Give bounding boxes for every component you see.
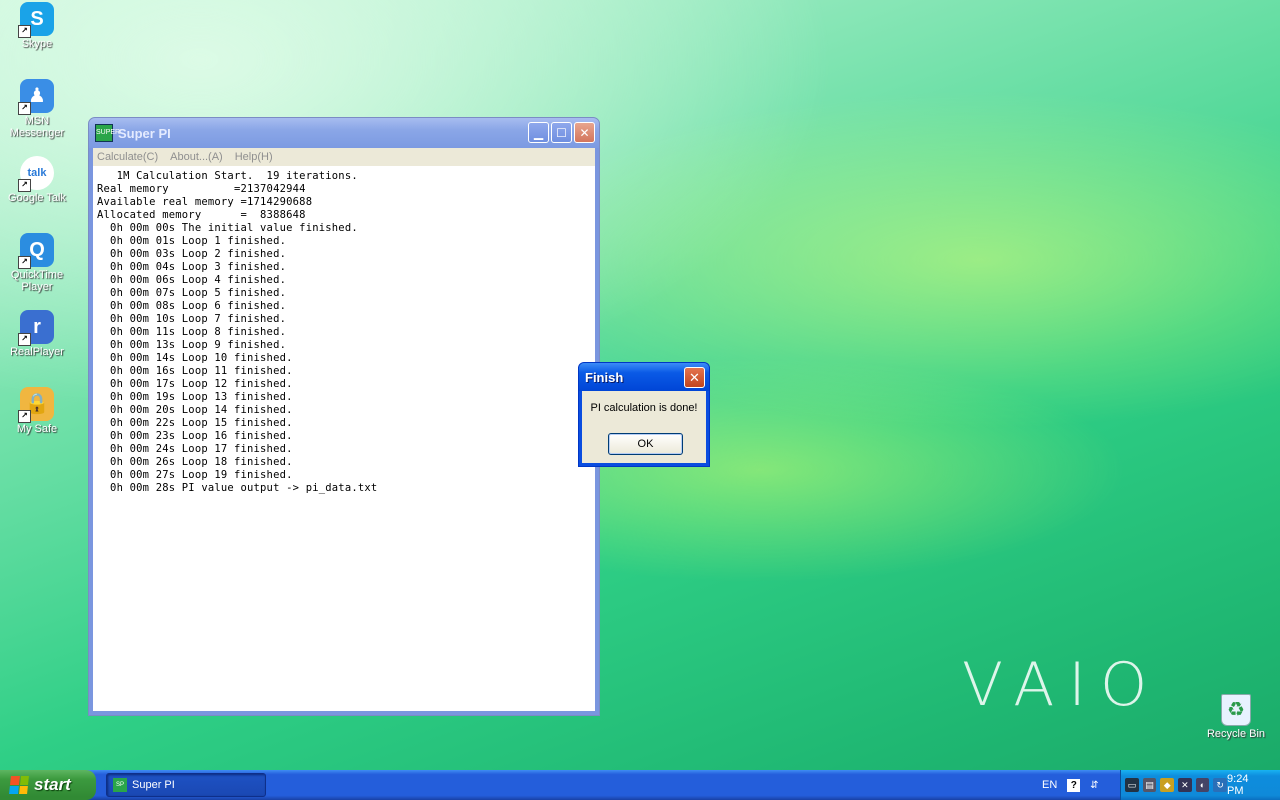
realplayer-icon: r ↗ [18, 310, 54, 346]
console-line: 0h 00m 20s Loop 14 finished. [97, 404, 293, 416]
help-icon[interactable]: ? [1067, 778, 1081, 792]
minimize-icon: ▁ [533, 125, 544, 140]
dialog-body: PI calculation is done! OK [582, 391, 706, 463]
super-pi-window: SUPER Super PI ▁ ☐ ✕ Calculate(C) About.… [88, 117, 600, 716]
system-tray: ▭ ▤ ◆ ✕ ◐ ↻ 9:24 PM [1120, 770, 1280, 800]
desktop-icon-my-safe[interactable]: 🔒 ↗ My Safe [0, 387, 74, 435]
console-line: 0h 00m 07s Loop 5 finished. [97, 287, 287, 299]
taskbar-item-super-pi[interactable]: SP Super PI [106, 773, 266, 797]
shortcut-arrow-icon: ↗ [18, 410, 31, 423]
menubar: Calculate(C) About...(A) Help(H) [93, 148, 595, 166]
taskbar-item-label: Super PI [132, 779, 175, 791]
clock[interactable]: 9:24 PM [1227, 773, 1267, 797]
google-talk-icon: talk ↗ [18, 156, 54, 192]
desktop-icon-label: My Safe [16, 423, 58, 435]
console-line: 1M Calculation Start. 19 iterations. [97, 170, 358, 182]
desktop-icon-label: QuickTime Player [10, 269, 64, 293]
console-line: 0h 00m 24s Loop 17 finished. [97, 443, 293, 455]
console-line: 0h 00m 22s Loop 15 finished. [97, 417, 293, 429]
super-pi-app-icon: SUPER [95, 124, 120, 142]
console-line: Allocated memory = 8388648 [97, 209, 306, 221]
dialog-message: PI calculation is done! [590, 402, 698, 414]
maximize-button[interactable]: ☐ [551, 122, 572, 143]
console-line: 0h 00m 03s Loop 2 finished. [97, 248, 287, 260]
console-line: 0h 00m 17s Loop 12 finished. [97, 378, 293, 390]
desktop-icon-recycle-bin[interactable]: ♻ Recycle Bin [1199, 694, 1273, 740]
minimize-button[interactable]: ▁ [528, 122, 549, 143]
desktop-icon-label: MSN Messenger [9, 115, 65, 139]
console-line: 0h 00m 14s Loop 10 finished. [97, 352, 293, 364]
shortcut-arrow-icon: ↗ [18, 256, 31, 269]
desktop-icon-quicktime[interactable]: Q ↗ QuickTime Player [0, 233, 74, 293]
console-line: 0h 00m 28s PI value output -> pi_data.tx… [97, 482, 378, 494]
console-line: 0h 00m 11s Loop 8 finished. [97, 326, 287, 338]
vaio-logo: VAIO [962, 650, 1162, 720]
console-line: 0h 00m 27s Loop 19 finished. [97, 469, 293, 481]
console-output: 1M Calculation Start. 19 iterations. Real… [97, 170, 377, 495]
windows-flag-icon [9, 776, 29, 794]
language-bar[interactable]: EN ? ⇵ [1042, 770, 1099, 800]
quicktime-icon: Q ↗ [18, 233, 54, 269]
console-line: 0h 00m 00s The initial value finished. [97, 222, 358, 234]
dialog-close-button[interactable]: ✕ [684, 367, 705, 388]
console-line: 0h 00m 19s Loop 13 finished. [97, 391, 293, 403]
window-client-area: Calculate(C) About...(A) Help(H) 1M Calc… [93, 148, 595, 711]
console-line: 0h 00m 10s Loop 7 finished. [97, 313, 287, 325]
window-title: Super PI [118, 125, 171, 141]
finish-dialog: Finish ✕ PI calculation is done! OK [578, 362, 710, 467]
msn-messenger-icon: ♟ ↗ [18, 79, 54, 115]
console-line: 0h 00m 04s Loop 3 finished. [97, 261, 287, 273]
desktop-icon-label: Skype [21, 38, 53, 50]
shortcut-arrow-icon: ↗ [18, 179, 31, 192]
start-button[interactable]: start [0, 770, 96, 800]
start-label: start [34, 775, 71, 794]
desktop-icon-label: RealPlayer [10, 346, 64, 358]
desktop-icon-realplayer[interactable]: r ↗ RealPlayer [0, 310, 74, 358]
menu-help[interactable]: Help(H) [235, 151, 273, 163]
console-line: 0h 00m 01s Loop 1 finished. [97, 235, 287, 247]
my-safe-icon: 🔒 ↗ [18, 387, 54, 423]
console-line: 0h 00m 26s Loop 18 finished. [97, 456, 293, 468]
dialog-title: Finish [585, 369, 624, 385]
close-icon: ✕ [579, 125, 590, 140]
wireless-disconnected-icon[interactable]: ✕ [1178, 778, 1192, 792]
window-titlebar[interactable]: SUPER Super PI ▁ ☐ ✕ [89, 118, 599, 148]
menu-calculate[interactable]: Calculate(C) [97, 151, 158, 163]
desktop-icon-skype[interactable]: S ↗ Skype [0, 2, 74, 50]
console-line: 0h 00m 23s Loop 16 finished. [97, 430, 293, 442]
desktop-icon-label: Google Talk [8, 192, 66, 204]
console-line: 0h 00m 08s Loop 6 finished. [97, 300, 287, 312]
skype-icon: S ↗ [18, 2, 54, 38]
desktop-icon-msn-messenger[interactable]: ♟ ↗ MSN Messenger [0, 79, 74, 139]
shortcut-arrow-icon: ↗ [18, 25, 31, 38]
ok-button[interactable]: OK [608, 433, 683, 455]
shortcut-arrow-icon: ↗ [18, 333, 31, 346]
console-line: 0h 00m 16s Loop 11 finished. [97, 365, 293, 377]
taskbar: start SP Super PI EN ? ⇵ ▭ ▤ ◆ ✕ ◐ ↻ 9:2… [0, 770, 1280, 800]
volume-icon[interactable]: ◐ [1195, 778, 1210, 792]
console-line: 0h 00m 06s Loop 4 finished. [97, 274, 287, 286]
menu-about[interactable]: About...(A) [170, 151, 223, 163]
network-icon[interactable]: ▤ [1142, 778, 1157, 792]
desktop-icon-google-talk[interactable]: talk ↗ Google Talk [0, 156, 74, 204]
console-line: Real memory =2137042944 [97, 183, 306, 195]
console-line: Available real memory =1714290688 [97, 196, 313, 208]
recycle-bin-icon: ♻ [1221, 694, 1251, 726]
maximize-icon: ☐ [556, 125, 567, 140]
language-indicator: EN [1042, 779, 1058, 791]
battery-icon[interactable]: ◆ [1160, 778, 1175, 792]
sync-icon[interactable]: ↻ [1213, 778, 1228, 792]
desktop-icon-label: Recycle Bin [1206, 728, 1266, 740]
shortcut-arrow-icon: ↗ [18, 102, 31, 115]
close-icon: ✕ [689, 369, 700, 385]
display-icon[interactable]: ▭ [1125, 778, 1139, 792]
console-line: 0h 00m 13s Loop 9 finished. [97, 339, 287, 351]
close-button[interactable]: ✕ [574, 122, 595, 143]
super-pi-app-icon: SP [113, 778, 127, 792]
language-options-icon[interactable]: ⇵ [1090, 780, 1098, 791]
